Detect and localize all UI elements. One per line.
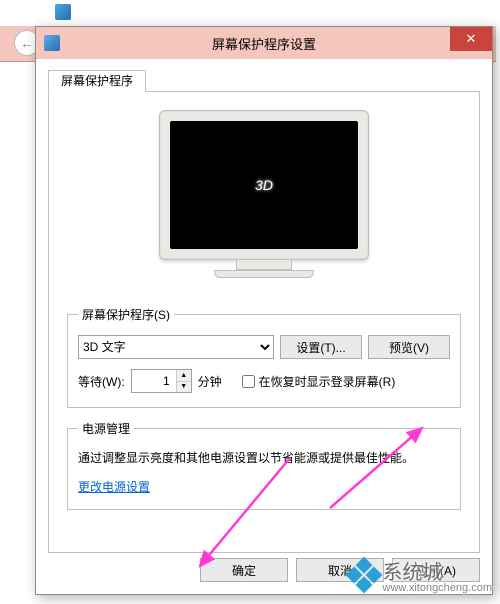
power-description: 通过调整显示亮度和其他电源设置以节省能源或提供最佳性能。 (78, 449, 450, 468)
wait-unit: 分钟 (198, 373, 222, 390)
wait-input[interactable] (132, 370, 176, 392)
monitor-stand (236, 260, 292, 270)
screensaver-select[interactable]: 3D 文字 (78, 335, 274, 359)
power-settings-link[interactable]: 更改电源设置 (78, 480, 150, 494)
resume-checkbox[interactable] (242, 375, 255, 388)
resume-checkbox-label[interactable]: 在恢复时显示登录屏幕(R) (242, 373, 396, 390)
taskbar-thumb-icon (55, 4, 71, 20)
close-button[interactable]: ✕ (450, 27, 492, 51)
titlebar: 屏幕保护程序设置 ✕ (36, 27, 492, 59)
screensaver-dialog: 屏幕保护程序设置 ✕ 屏幕保护程序 3D (35, 26, 493, 595)
watermark: 系统城 www.xitongcheng.com (351, 556, 492, 594)
spinner-up-icon[interactable]: ▲ (177, 370, 191, 382)
resume-checkbox-text: 在恢复时显示登录屏幕(R) (259, 373, 396, 390)
power-legend: 电源管理 (78, 420, 134, 437)
monitor-base (214, 270, 314, 278)
wait-label: 等待(W): (78, 373, 125, 390)
dialog-title: 屏幕保护程序设置 (36, 34, 492, 53)
preview-button[interactable]: 预览(V) (368, 335, 450, 359)
app-icon (44, 35, 60, 51)
tab-label: 屏幕保护程序 (61, 74, 133, 88)
wait-spinner[interactable]: ▲ ▼ (131, 369, 192, 393)
monitor-bezel: 3D (159, 110, 369, 260)
screensaver-preview-text: 3D (255, 177, 273, 193)
close-icon: ✕ (466, 31, 477, 47)
spinner-down-icon[interactable]: ▼ (177, 382, 191, 393)
tab-panel: 屏幕保护程序 3D 屏幕保护程序(S) (48, 91, 480, 553)
watermark-logo-icon (345, 557, 382, 594)
screensaver-group: 屏幕保护程序(S) 3D 文字 设置(T)... 预览(V) 等待(W): (67, 306, 461, 408)
dialog-body: 屏幕保护程序 3D 屏幕保护程序(S) (36, 59, 492, 594)
watermark-brand: 系统城 (383, 562, 443, 584)
tab-screensaver[interactable]: 屏幕保护程序 (48, 70, 146, 92)
back-icon: ← (20, 35, 34, 51)
power-group: 电源管理 通过调整显示亮度和其他电源设置以节省能源或提供最佳性能。 更改电源设置 (67, 420, 461, 510)
tab-content: 3D 屏幕保护程序(S) 3D 文字 设置(T)... 预览 (49, 92, 479, 534)
screensaver-legend: 屏幕保护程序(S) (78, 306, 174, 323)
monitor-preview: 3D (67, 110, 461, 278)
settings-button[interactable]: 设置(T)... (280, 335, 362, 359)
monitor-screen: 3D (170, 121, 358, 249)
ok-button[interactable]: 确定 (200, 558, 288, 582)
watermark-url: www.xitongcheng.com (383, 582, 492, 594)
